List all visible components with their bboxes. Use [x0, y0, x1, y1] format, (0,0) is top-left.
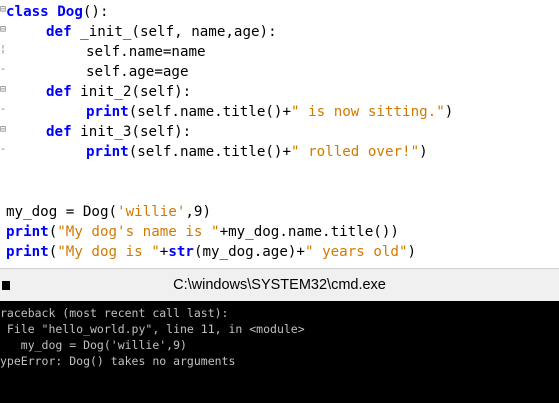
code-token: (self.name.title()+	[128, 144, 292, 160]
fold-marker[interactable]: ⊟	[0, 80, 8, 100]
string-token: " is now sitting."	[291, 104, 445, 120]
code-line[interactable]: print("My dog is "+str(my_dog.age)+" yea…	[6, 242, 416, 262]
code-token: (	[48, 224, 58, 240]
code-line[interactable]: def init_3(self):	[46, 122, 191, 142]
string-token: " rolled over!"	[291, 144, 420, 160]
fold-marker[interactable]: ⊟	[0, 20, 8, 40]
keyword-token: def	[46, 84, 72, 100]
code-token: ():	[82, 4, 109, 20]
keyword-token: print	[6, 244, 49, 260]
code-line[interactable]: def init_2(self):	[46, 82, 191, 102]
code-token: )	[407, 244, 417, 260]
fold-guide: ¦	[0, 44, 7, 55]
console-title-bar[interactable]: C:\windows\SYSTEM32\cmd.exe	[0, 268, 559, 302]
code-token: _init_(self, name,age):	[71, 24, 277, 40]
keyword-token: print	[6, 224, 49, 240]
window-title: C:\windows\SYSTEM32\cmd.exe	[173, 277, 386, 293]
code-line[interactable]: print(self.name.title()+" is now sitting…	[86, 102, 453, 122]
keyword-token: def	[46, 124, 72, 140]
code-line[interactable]: print("My dog's name is "+my_dog.name.ti…	[6, 222, 399, 242]
string-token: 'willie'	[117, 204, 186, 220]
fold-guide: -	[0, 144, 7, 155]
console-output[interactable]: raceback (most recent call last): File "…	[0, 301, 559, 403]
code-token: init_3(self):	[71, 124, 192, 140]
code-line[interactable]: my_dog = Dog('willie',9)	[6, 202, 211, 222]
code-token: my_dog = Dog(	[6, 204, 118, 220]
console-line: File "hello_world.py", line 11, in <modu…	[0, 322, 305, 336]
code-line[interactable]: self.age=age	[86, 62, 189, 82]
console-line: ypeError: Dog() takes no arguments	[0, 354, 236, 368]
fold-guide: -	[0, 64, 7, 75]
code-token: init_2(self):	[71, 84, 192, 100]
code-token: )	[419, 144, 428, 160]
code-token: (my_dog.age)+	[193, 244, 305, 260]
code-token: )	[444, 104, 454, 120]
code-line[interactable]: print(self.name.title()+" rolled over!")	[86, 142, 428, 162]
code-token: (	[48, 244, 58, 260]
code-token: self.age=age	[86, 64, 189, 80]
keyword-token: def	[46, 24, 72, 40]
code-line[interactable]: self.name=name	[86, 42, 206, 62]
keyword-token: str	[168, 244, 194, 260]
code-token: +my_dog.name.title())	[219, 224, 399, 240]
string-token: "My dog is "	[57, 244, 160, 260]
string-token: "My dog's name is "	[57, 224, 220, 240]
console-line: my_dog = Dog('willie',9)	[0, 338, 187, 352]
code-token: (self.name.title()+	[128, 104, 292, 120]
string-token: " years old"	[304, 244, 408, 260]
keyword-token: class Dog	[6, 4, 83, 20]
code-line[interactable]: def _init_(self, name,age):	[46, 22, 277, 42]
keyword-token: print	[86, 104, 129, 120]
code-editor[interactable]: ⊟ ⊟ ¦ - ⊟ - ⊟ - class Dog(): def _init_(…	[0, 0, 559, 268]
console-line: raceback (most recent call last):	[0, 306, 229, 320]
fold-guide: -	[0, 104, 7, 115]
keyword-token: print	[86, 144, 129, 160]
fold-marker[interactable]: ⊟	[0, 120, 8, 140]
code-token: self.name=name	[86, 44, 206, 60]
code-token: ,9)	[185, 204, 212, 220]
code-line[interactable]: class Dog():	[6, 2, 109, 22]
